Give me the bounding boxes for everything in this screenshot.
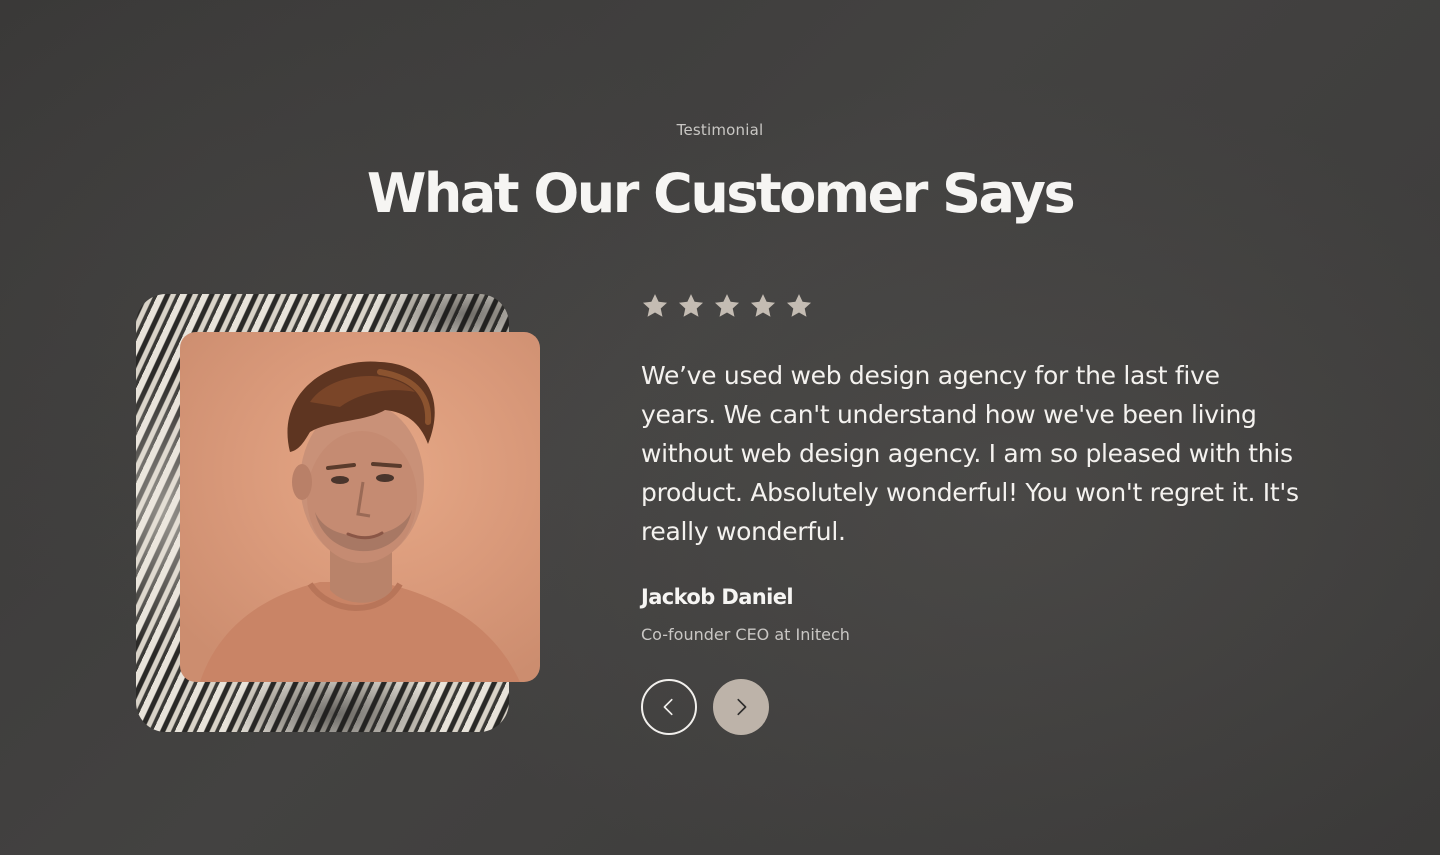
chevron-left-icon bbox=[663, 698, 673, 716]
testimonial-media bbox=[136, 294, 540, 732]
section-title: What Our Customer Says bbox=[366, 162, 1076, 225]
star-icon bbox=[714, 294, 740, 317]
star-icon bbox=[642, 294, 668, 317]
star-icon bbox=[678, 294, 704, 317]
customer-portrait-illustration bbox=[200, 361, 520, 682]
star-icon bbox=[750, 294, 776, 317]
rating-stars bbox=[641, 292, 813, 320]
section-eyebrow: Testimonial bbox=[676, 121, 764, 139]
previous-button[interactable] bbox=[641, 679, 697, 735]
next-button[interactable] bbox=[713, 679, 769, 735]
customer-photo bbox=[180, 332, 540, 682]
author-role: Co-founder CEO at Initech bbox=[641, 625, 850, 644]
chevron-right-icon bbox=[737, 698, 747, 716]
author-name: Jackob Daniel bbox=[641, 585, 794, 609]
star-icon bbox=[786, 294, 812, 317]
testimonial-quote: We’ve used web design agency for the las… bbox=[641, 361, 1299, 546]
